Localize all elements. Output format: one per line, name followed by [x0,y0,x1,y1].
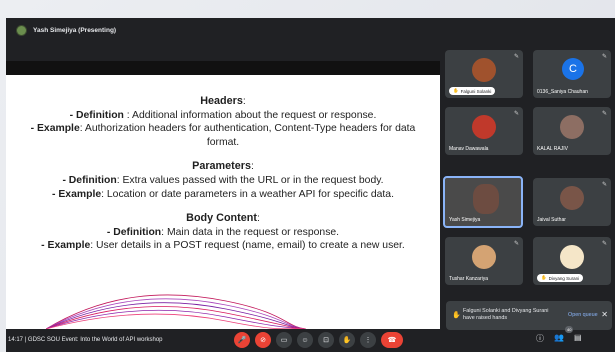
slide-content: Headers: - Definition : Additional infor… [6,95,440,253]
mic-off-icon: ✎ [601,241,607,247]
people-icon[interactable]: 👥 [554,333,564,344]
parameters-definition-label: - Definition [62,174,117,186]
participant-name: Falguni Solanki [460,88,492,94]
parameters-title: Parameters [192,160,251,173]
camera-off-button[interactable]: ⊘ [255,332,271,348]
body-example-text: : User details in a POST request (name, … [90,240,405,252]
meeting-info: 14:17 | GDSC SOU Event: Into the World o… [8,337,163,343]
avatar [472,58,496,82]
mic-off-icon: ✎ [601,182,607,188]
video-feed [473,184,499,214]
body-title: Body Content [186,212,257,225]
participant-tile[interactable]: ✎ Jaival Suthar [533,178,611,226]
participant-count-badge: 40 [565,326,574,333]
body-example-label: - Example [41,240,91,252]
participant-tile-speaking[interactable]: Yash Simejiya [443,176,523,228]
body-definition-text: : Main data in the request or response. [161,226,340,238]
end-call-button[interactable]: ☎ [381,332,403,348]
shared-slide: Headers: - Definition : Additional infor… [6,61,440,329]
slide-top-bar [6,61,440,75]
mic-off-icon: ✎ [601,111,607,117]
participant-tile[interactable]: ✎ C 0136_Saniya Chauhan [533,50,611,98]
raised-hands-toast: ✋ Falguni Solanki and Divyang Surani hav… [446,301,612,330]
avatar-letter: C [562,58,584,80]
participant-name: KALAL RAJIV [537,146,568,152]
hand-raised-icon: ✋ [452,312,461,319]
bottom-bar: 14:17 | GDSC SOU Event: Into the World o… [6,326,615,352]
mic-off-icon: ✎ [601,54,607,60]
avatar [560,115,584,139]
presenter-label: Yash Simejiya (Presenting) [33,26,117,34]
avatar [560,245,584,269]
mic-off-icon: ✎ [513,111,519,117]
captions-button[interactable]: ▭ [276,332,292,348]
participant-name: Jaival Suthar [537,217,566,223]
headers-title: Headers [200,95,243,107]
headers-example-text: : Authorization headers for authenticati… [79,123,416,135]
side-actions: ⓘ 👥 ▤ [536,333,582,344]
more-options-button[interactable]: ⋮ [360,332,376,348]
avatar [472,245,496,269]
participant-name: Divyang Surani [548,275,580,281]
participant-tile[interactable]: ✎ Manav Dawawala [445,107,523,155]
participant-name: Yash Simejiya [449,217,481,223]
participant-name: Manav Dawawala [449,146,489,152]
participant-grid: ✎ ✋ Falguni Solanki ✎ C 0136_Saniya Chauh… [442,50,615,330]
desktop-background: Yash Simejiya (Presenting) Headers: - De… [0,0,615,352]
parameters-definition-text: : Extra values passed with the URL or in… [116,174,384,186]
mic-off-button[interactable]: 🎤 [234,332,250,348]
emoji-button[interactable]: ☺ [297,332,313,348]
decorative-wave-graphic [46,294,306,329]
open-queue-button[interactable]: Open queue [568,312,598,318]
parameters-example-label: - Example [52,188,102,200]
close-icon[interactable]: ✕ [601,310,608,319]
avatar [560,186,584,210]
meet-window: Yash Simejiya (Presenting) Headers: - De… [6,18,615,352]
parameters-example-text: : Location or date parameters in a weath… [101,188,394,200]
info-icon[interactable]: ⓘ [536,333,544,344]
participant-name: Tushar Kanzariya [449,276,488,282]
headers-definition-label: - Definition [69,109,124,121]
presenter-bar: Yash Simejiya (Presenting) [6,18,615,42]
chat-icon[interactable]: ▤ [574,333,582,344]
participant-name: 0136_Saniya Chauhan [537,89,588,95]
participant-tile[interactable]: ✎ ✋ Falguni Solanki [445,50,523,98]
body-definition-label: - Definition [106,226,162,238]
participant-tile[interactable]: ✎ KALAL RAJIV [533,107,611,155]
raise-hand-button[interactable]: ✋ [339,332,355,348]
participant-name-pill: ✋ Falguni Solanki [449,87,496,95]
call-controls: 🎤 ⊘ ▭ ☺ ⊡ ✋ ⋮ ☎ [234,332,403,348]
presenter-avatar [16,24,27,36]
participant-tile[interactable]: ✎ ✋ Divyang Surani [533,237,611,285]
participant-name-pill: ✋ Divyang Surani [537,274,584,282]
present-button[interactable]: ⊡ [318,332,334,348]
avatar [472,115,496,139]
headers-definition-text: : Additional information about the reque… [123,109,377,121]
headers-example-text-2: format. [206,136,240,148]
toast-message: Falguni Solanki and Divyang Surani have … [463,308,549,321]
mic-off-icon: ✎ [513,241,519,247]
mic-off-icon: ✎ [513,54,519,60]
participant-tile[interactable]: ✎ Tushar Kanzariya [445,237,523,285]
headers-example-label: - Example [30,123,80,135]
